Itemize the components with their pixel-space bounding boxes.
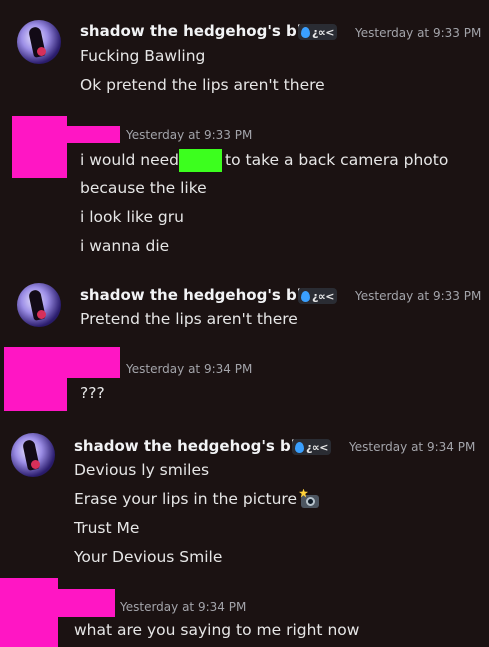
message-text: Devious ly smiles — [74, 461, 210, 479]
message-author[interactable]: shadow the hedgehog's bbg — [80, 286, 318, 304]
server-tag[interactable]: ¿∝< — [298, 288, 337, 304]
message-text-before: i would need — [80, 151, 180, 169]
message-timestamp[interactable]: Yesterday at 9:33 PM — [355, 26, 481, 40]
server-tag[interactable]: ¿∝< — [298, 24, 337, 40]
message-text: i look like gru — [80, 208, 184, 226]
redacted-username — [67, 347, 120, 378]
message-text-content: Erase your lips in the picture — [74, 490, 297, 508]
user-avatar[interactable] — [11, 433, 55, 477]
redacted-word — [179, 149, 223, 172]
message-text: i would need to take a back camera photo — [80, 149, 448, 172]
message-timestamp[interactable]: Yesterday at 9:34 PM — [349, 440, 475, 454]
camera-with-flash-icon — [299, 488, 321, 509]
message-text: because the like — [80, 179, 207, 197]
server-tag[interactable]: ¿∝< — [292, 439, 331, 455]
message-text-after: to take a back camera photo — [225, 151, 449, 169]
redacted-avatar — [0, 578, 58, 647]
message-text: Fucking Bawling — [80, 47, 206, 65]
message-text: Your Devious Smile — [74, 548, 223, 566]
avatar-accent — [37, 310, 46, 319]
water-drop-icon — [301, 290, 310, 302]
message-text: what are you saying to me right now — [74, 621, 360, 639]
redacted-avatar — [4, 347, 67, 411]
message-text: Ok pretend the lips aren't there — [80, 76, 325, 94]
user-avatar[interactable] — [17, 20, 61, 64]
message-timestamp[interactable]: Yesterday at 9:33 PM — [355, 289, 481, 303]
redacted-username — [67, 126, 120, 143]
redacted-username — [58, 589, 115, 617]
message-timestamp[interactable]: Yesterday at 9:33 PM — [126, 128, 252, 142]
message-text: ??? — [80, 384, 105, 402]
user-avatar[interactable] — [17, 283, 61, 327]
water-drop-icon — [295, 441, 304, 453]
redacted-avatar — [12, 116, 67, 178]
message-text: Erase your lips in the picture — [74, 488, 321, 509]
message-timestamp[interactable]: Yesterday at 9:34 PM — [120, 600, 246, 614]
server-tag-text: ¿∝< — [312, 289, 334, 303]
server-tag-text: ¿∝< — [312, 25, 334, 39]
server-tag-text: ¿∝< — [306, 440, 328, 454]
message-timestamp[interactable]: Yesterday at 9:34 PM — [126, 362, 252, 376]
avatar-accent — [31, 460, 40, 469]
avatar-accent — [37, 47, 46, 56]
message-author[interactable]: shadow the hedgehog's bbg — [80, 22, 318, 40]
message-author[interactable]: shadow the hedgehog's bbg — [74, 437, 312, 455]
message-text: Pretend the lips aren't there — [80, 310, 298, 328]
water-drop-icon — [301, 26, 310, 38]
message-text: i wanna die — [80, 237, 170, 255]
message-text: Trust Me — [74, 519, 140, 537]
